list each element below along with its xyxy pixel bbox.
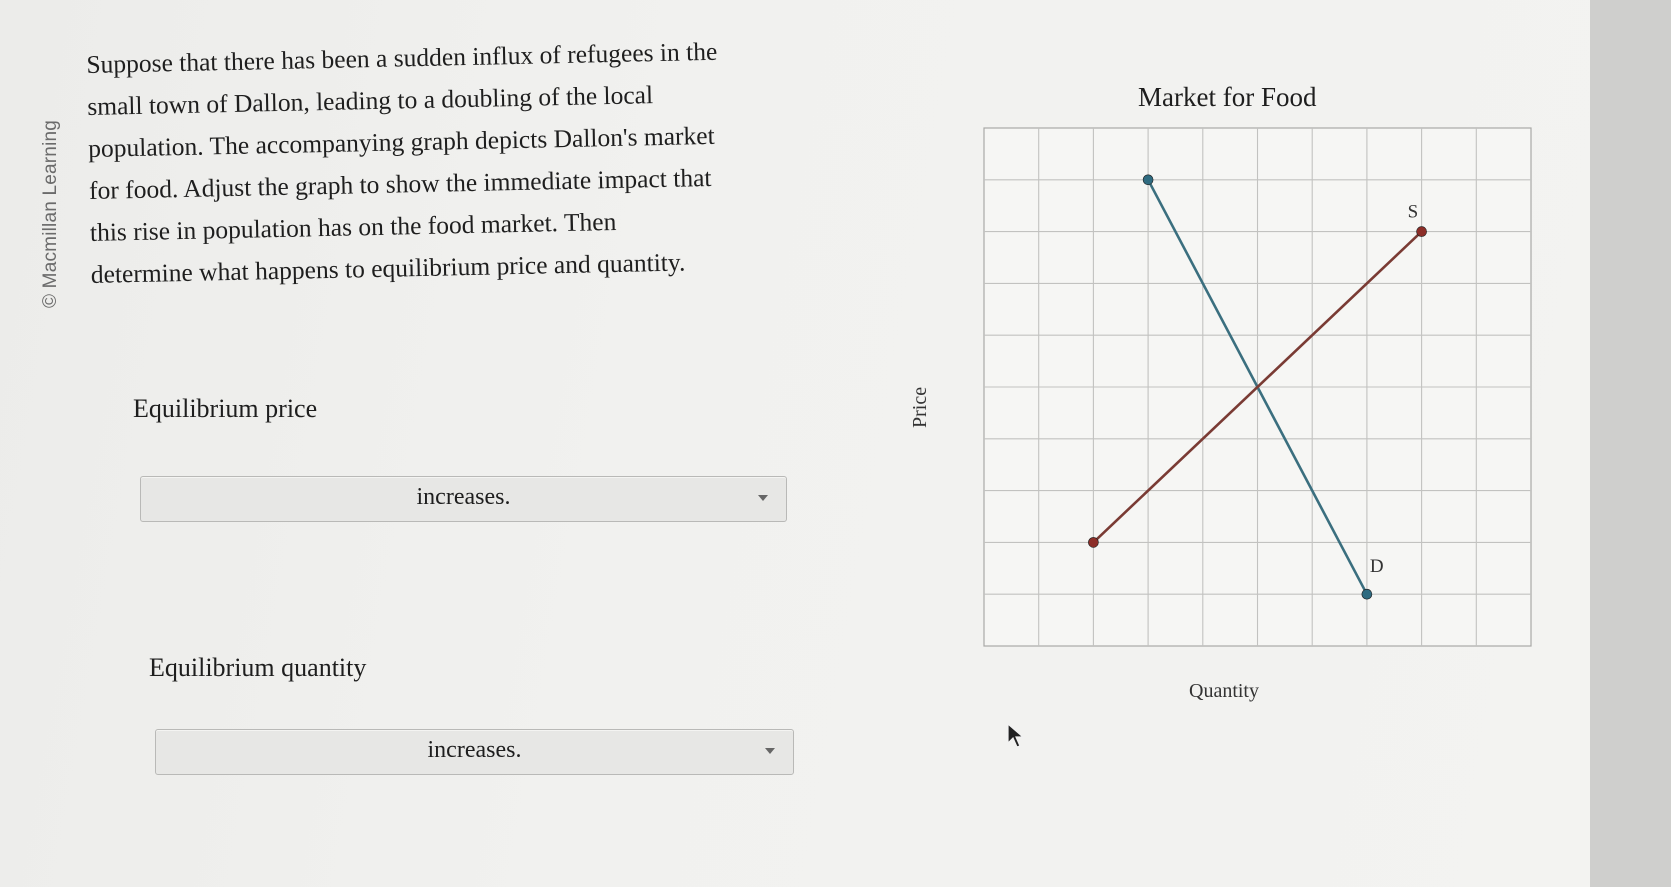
demand-endpoint-handle[interactable] bbox=[1361, 588, 1373, 600]
supply-endpoint-handle[interactable] bbox=[1416, 226, 1427, 237]
supply-label: S bbox=[1408, 202, 1419, 223]
market-chart[interactable]: DS bbox=[0, 0, 1671, 887]
demand-label: D bbox=[1370, 556, 1384, 577]
mouse-cursor-icon bbox=[1007, 723, 1025, 748]
demand-endpoint-handle[interactable] bbox=[1142, 174, 1154, 186]
supply-endpoint-handle[interactable] bbox=[1088, 537, 1099, 548]
